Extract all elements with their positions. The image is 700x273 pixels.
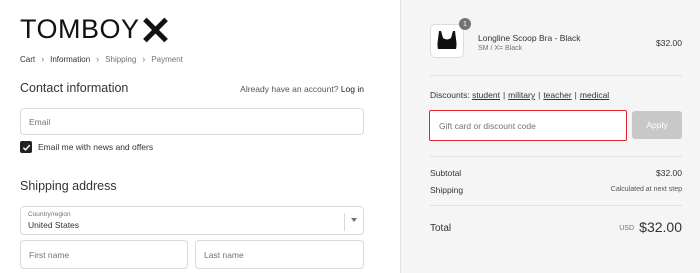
- chevron-down-icon: [351, 218, 357, 222]
- breadcrumb-information: Information: [50, 54, 91, 64]
- divider: [430, 75, 682, 76]
- apply-button[interactable]: Apply: [632, 111, 682, 139]
- discount-link-student[interactable]: student: [472, 90, 500, 100]
- product-variant: SM / X= Black: [478, 45, 523, 52]
- brand-x-mark-icon: [142, 17, 168, 43]
- chevron-right-icon: ›: [41, 54, 45, 64]
- login-link[interactable]: Log in: [341, 84, 364, 94]
- product-name: Longline Scoop Bra - Black: [478, 33, 581, 43]
- discount-code-input[interactable]: Gift card or discount code: [429, 110, 627, 141]
- checkout-main-panel: TOMBOY Cart › Information › Shipping › P…: [0, 0, 400, 273]
- subtotal-label: Subtotal: [430, 168, 462, 178]
- discounts-row: Discounts: student | military | teacher | medi…: [430, 90, 609, 100]
- first-name-placeholder: First name: [29, 249, 70, 260]
- select-divider: [344, 213, 345, 231]
- subtotal-value: $32.00: [656, 168, 682, 178]
- discount-code-placeholder: Gift card or discount code: [439, 120, 536, 131]
- newsletter-row[interactable]: Email me with news and offers: [20, 141, 153, 153]
- contact-section-title: Contact information: [20, 81, 129, 95]
- first-name-field[interactable]: First name: [20, 240, 188, 269]
- discount-link-medical[interactable]: medical: [580, 90, 609, 100]
- order-summary-panel: 1 Longline Scoop Bra - Black SM / X= Bla…: [400, 0, 700, 273]
- pipe-separator: |: [574, 90, 577, 100]
- newsletter-label: Email me with news and offers: [38, 142, 154, 152]
- country-select[interactable]: Country/region United States: [20, 206, 364, 235]
- breadcrumb-shipping: Shipping: [105, 54, 137, 64]
- pipe-separator: |: [538, 90, 541, 100]
- last-name-placeholder: Last name: [204, 249, 244, 260]
- brand-name: TOMBOY: [20, 14, 140, 44]
- last-name-field[interactable]: Last name: [195, 240, 364, 269]
- discount-link-military[interactable]: military: [508, 90, 535, 100]
- shipping-value: Calculated at next step: [610, 186, 682, 193]
- chevron-right-icon: ›: [142, 54, 146, 64]
- divider: [430, 156, 682, 157]
- email-placeholder: Email: [29, 116, 51, 127]
- login-prompt-text: Already have an account?: [240, 84, 339, 94]
- quantity-badge: 1: [459, 18, 471, 30]
- shipping-label: Shipping: [430, 185, 464, 195]
- divider: [430, 205, 682, 206]
- total-amount: $32.00: [639, 219, 682, 235]
- total-label: Total: [430, 223, 452, 234]
- email-field[interactable]: Email: [20, 108, 364, 135]
- shipping-section-title: Shipping address: [20, 179, 117, 193]
- total-currency: USD: [619, 225, 634, 232]
- newsletter-checkbox[interactable]: [20, 141, 32, 153]
- breadcrumb-payment: Payment: [151, 54, 183, 64]
- discount-link-teacher[interactable]: teacher: [543, 90, 571, 100]
- sports-bra-image: [437, 31, 457, 49]
- chevron-right-icon: ›: [96, 54, 100, 64]
- product-price: $32.00: [656, 38, 682, 48]
- discounts-label: Discounts:: [430, 90, 470, 100]
- pipe-separator: |: [502, 90, 506, 100]
- brand-logo[interactable]: TOMBOY: [20, 14, 168, 45]
- country-value: United States: [28, 220, 80, 230]
- checkmark-icon: [22, 144, 30, 151]
- breadcrumb: Cart › Information › Shipping › Payment: [20, 54, 183, 64]
- login-prompt: Already have an account? Log in: [240, 84, 364, 94]
- country-label: Country/region: [28, 211, 71, 218]
- breadcrumb-cart[interactable]: Cart: [20, 55, 35, 64]
- product-thumbnail: [430, 24, 464, 58]
